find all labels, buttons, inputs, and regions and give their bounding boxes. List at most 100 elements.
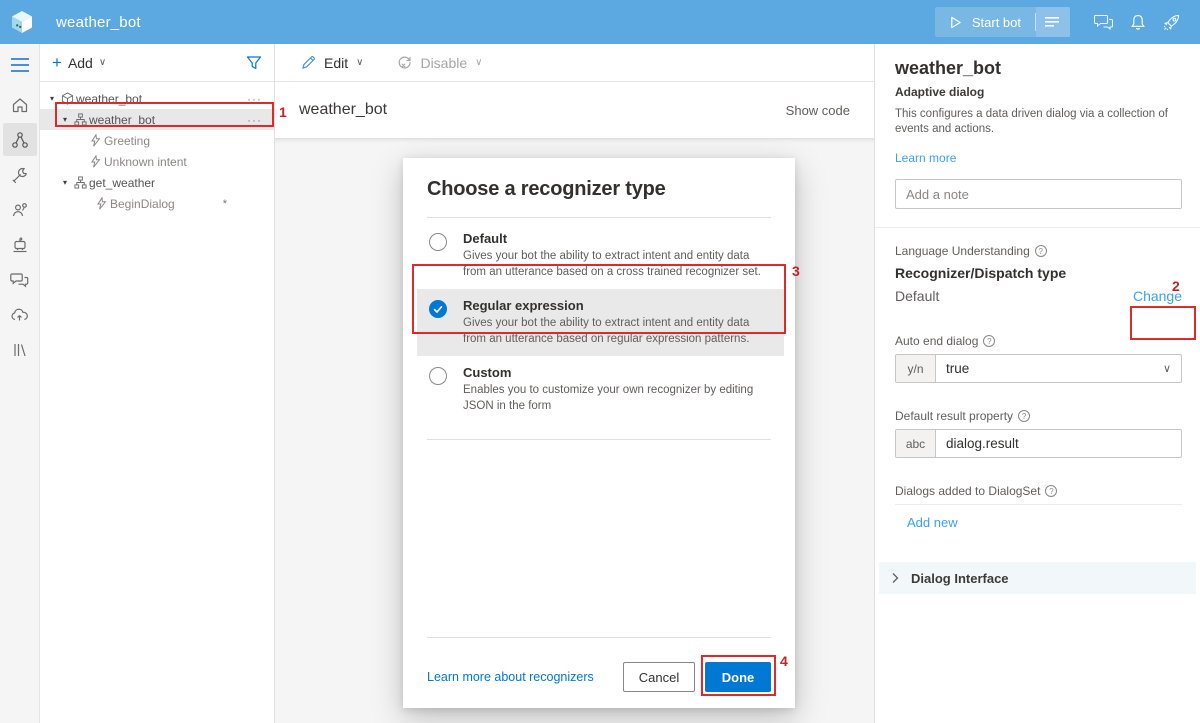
rocket-icon [1163, 14, 1180, 31]
trigger-icon [92, 197, 110, 210]
sidebar-item-user-input[interactable] [3, 193, 37, 226]
help-icon[interactable]: ? [1045, 485, 1058, 497]
divider [427, 637, 771, 638]
recognizer-type-label: Recognizer/Dispatch type [895, 265, 1067, 281]
filter-button[interactable] [246, 55, 262, 70]
cloud-upload-icon [11, 308, 28, 321]
dialogs-added-label: Dialogs added to DialogSet ? [895, 484, 1182, 498]
user-node-icon [12, 202, 27, 216]
list-icon [1045, 17, 1059, 27]
tree-item-dialog-weather_bot[interactable]: ▾ weather_bot ··· [40, 109, 274, 130]
tree-item-bot-weather_bot[interactable]: ▾ weather_bot ··· [40, 88, 274, 109]
auto-end-dialog-dropdown[interactable]: y/n true ∨ [895, 354, 1182, 383]
editor-toolbar: Edit ∨ Disable ∨ [275, 44, 874, 82]
dialog-icon [71, 176, 89, 189]
dialog-icon [71, 113, 89, 126]
menu-button[interactable] [10, 58, 29, 72]
edit-button[interactable]: Edit ∨ [301, 55, 363, 71]
recognizer-value: Default [895, 288, 940, 304]
plus-icon: + [52, 53, 62, 72]
properties-description: This configures a data driven dialog via… [895, 108, 1168, 135]
more-actions-icon[interactable]: ··· [247, 92, 268, 106]
nav-rail [0, 44, 40, 723]
chat-icon [1094, 14, 1114, 31]
more-actions-icon[interactable]: ··· [247, 113, 268, 127]
whats-new-button[interactable] [1156, 6, 1188, 38]
bot-runtime-log-button[interactable] [1036, 7, 1070, 37]
caret-down-icon[interactable]: ▾ [59, 178, 71, 187]
recognizer-option-default[interactable]: Default Gives your bot the ability to ex… [427, 222, 771, 289]
default-result-property-label: Default result property ? [895, 409, 1182, 423]
tree-item-trigger-begindialog[interactable]: BeginDialog * [40, 193, 274, 214]
properties-panel: weather_bot Adaptive dialog This configu… [875, 44, 1200, 723]
project-explorer: + Add ∨ ▾ weather_bot ··· ▾ weather_bot … [40, 44, 275, 723]
field-type-prefix: abc [896, 430, 936, 457]
properties-title: weather_bot [895, 58, 1002, 78]
show-code-toggle[interactable]: Show code [786, 103, 850, 118]
help-icon[interactable]: ? [983, 335, 996, 347]
dialog-interface-section[interactable]: Dialog Interface [879, 562, 1196, 594]
help-icon[interactable]: ? [1018, 410, 1031, 422]
bot-project-icon [58, 92, 76, 105]
caret-down-icon[interactable]: ▾ [46, 94, 58, 103]
start-bot-group: Start bot [934, 7, 1070, 37]
library-icon [13, 343, 26, 356]
recognizer-option-custom[interactable]: Custom Enables you to customize your own… [427, 356, 771, 423]
tree-item-dialog-get_weather[interactable]: ▾ get_weather [40, 172, 274, 193]
properties-subtitle: Adaptive dialog [895, 85, 985, 99]
sidebar-item-publish[interactable] [3, 298, 37, 331]
divider [427, 439, 771, 440]
wrench-icon [12, 167, 27, 183]
done-button[interactable]: Done [705, 662, 771, 692]
change-recognizer-link[interactable]: Change [1133, 288, 1182, 304]
language-understanding-label: Language Understanding ? [895, 244, 1182, 258]
help-icon[interactable]: ? [1034, 245, 1047, 257]
note-input[interactable] [895, 179, 1182, 209]
learn-more-recognizers-link[interactable]: Learn more about recognizers [427, 670, 594, 684]
start-bot-button[interactable]: Start bot [935, 7, 1035, 37]
sidebar-item-qna[interactable] [3, 263, 37, 296]
radio-checked-icon[interactable] [429, 300, 447, 318]
sidebar-item-package-library[interactable] [3, 333, 37, 366]
chevron-down-icon: ∨ [475, 57, 483, 68]
auto-end-dialog-label: Auto end dialog ? [895, 334, 1182, 348]
recognizer-option-regular-expression[interactable]: Regular expression Gives your bot the ab… [417, 289, 784, 356]
dialog-title: weather_bot [299, 101, 388, 118]
divider [427, 217, 771, 218]
radio-unchecked-icon[interactable] [429, 233, 447, 251]
trigger-icon [86, 155, 104, 168]
bell-icon [1131, 14, 1145, 30]
funnel-icon [246, 56, 262, 70]
unsaved-marker: * [222, 197, 227, 210]
sidebar-item-bot-responses[interactable] [3, 158, 37, 191]
disable-button[interactable]: Disable ∨ [397, 55, 482, 71]
modal-title: Choose a recognizer type [427, 178, 666, 200]
sidebar-item-design[interactable] [2, 123, 37, 156]
notifications-button[interactable] [1122, 6, 1154, 38]
play-icon [951, 16, 961, 28]
dialog-tree: ▾ weather_bot ··· ▾ weather_bot ··· Gree… [40, 82, 274, 214]
caret-down-icon[interactable]: ▾ [59, 115, 71, 124]
home-icon [12, 97, 27, 112]
default-result-property-input[interactable]: abc dialog.result [895, 429, 1182, 458]
learn-more-link[interactable]: Learn more [895, 151, 956, 165]
top-bar: weather_bot Start bot [0, 0, 1200, 44]
chevron-down-icon: ∨ [356, 57, 364, 68]
radio-unchecked-icon[interactable] [429, 367, 447, 385]
tree-item-trigger-greeting[interactable]: Greeting [40, 130, 274, 151]
sidebar-item-emulator[interactable] [3, 228, 37, 261]
chat-bubbles-icon [10, 273, 29, 288]
app-title: weather_bot [56, 13, 141, 31]
add-new-link[interactable]: Add new [907, 515, 958, 530]
feedback-button[interactable] [1088, 6, 1120, 38]
cancel-button[interactable]: Cancel [623, 662, 695, 692]
add-button[interactable]: + Add ∨ [52, 54, 106, 71]
design-flow-icon [11, 131, 28, 148]
chevron-down-icon: ∨ [98, 57, 107, 68]
sidebar-item-home[interactable] [3, 88, 37, 121]
field-type-prefix: y/n [896, 355, 936, 382]
divider [895, 504, 1182, 505]
tree-item-trigger-unknown-intent[interactable]: Unknown intent [40, 151, 274, 172]
trigger-icon [86, 134, 104, 147]
recognizer-modal: Choose a recognizer type Default Gives y… [403, 158, 795, 708]
